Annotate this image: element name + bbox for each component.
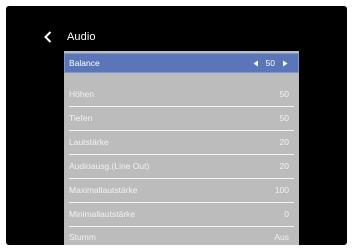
menu-item-audioausgang[interactable]: Audioausg.(Line Out) 20: [64, 156, 299, 176]
divider: [69, 130, 294, 131]
divider: [69, 178, 294, 179]
menu-item-stumm[interactable]: Stumm Aus: [64, 227, 299, 245]
tv-osd-screen: Audio Balance 50 Höhen 50 Tiefen 50 Laut…: [6, 6, 347, 245]
arrow-left-icon[interactable]: [252, 59, 260, 67]
menu-item-value: 100: [274, 185, 289, 195]
osd-header: Audio: [44, 27, 96, 47]
menu-item-value: 50: [279, 89, 289, 99]
menu-item-value: 20: [279, 137, 289, 147]
divider: [69, 202, 294, 203]
menu-item-label: Minimallautstärke: [69, 209, 136, 219]
chevron-left-icon[interactable]: [44, 29, 60, 45]
menu-item-value: Aus: [274, 232, 289, 242]
menu-item-minimallautstaerke[interactable]: Minimallautstärke 0: [64, 204, 299, 224]
menu-item-value: 20: [279, 161, 289, 171]
menu-item-value: 0: [284, 209, 289, 219]
menu-item-label: Tiefen: [69, 113, 93, 123]
page-title: Audio: [67, 31, 96, 43]
menu-item-hoehen[interactable]: Höhen 50: [64, 84, 299, 104]
menu-item-balance[interactable]: Balance 50: [64, 53, 299, 73]
menu-item-label: Lautstärke: [69, 137, 109, 147]
menu-item-maximallautstaerke[interactable]: Maximallautstärke 100: [64, 180, 299, 200]
menu-item-value: 50: [265, 58, 275, 68]
menu-item-label: Audioausg.(Line Out): [69, 161, 150, 171]
menu-item-value: 50: [279, 113, 289, 123]
menu-item-label: Balance: [69, 58, 100, 68]
menu-item-lautstaerke[interactable]: Lautstärke 20: [64, 132, 299, 152]
arrow-right-icon[interactable]: [281, 59, 289, 67]
audio-settings-list: Balance 50 Höhen 50 Tiefen 50 Lautstärke: [64, 51, 299, 245]
menu-item-label: Stumm: [69, 232, 96, 242]
menu-item-tiefen[interactable]: Tiefen 50: [64, 108, 299, 128]
divider: [69, 154, 294, 155]
menu-item-label: Maximallautstärke: [69, 185, 138, 195]
menu-item-label: Höhen: [69, 89, 95, 99]
divider: [69, 106, 294, 107]
